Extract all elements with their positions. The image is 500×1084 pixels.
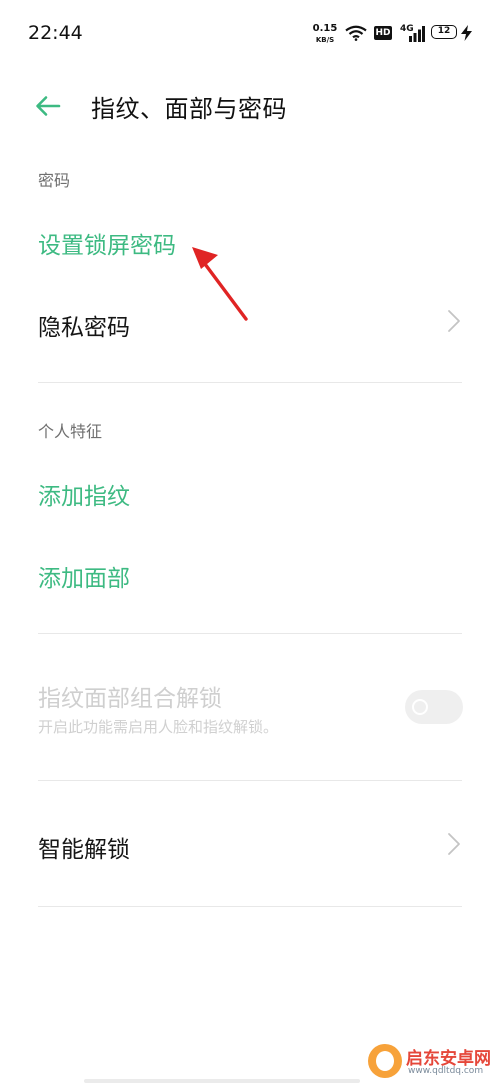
wifi-icon [345,25,367,41]
privacy-password-item[interactable]: 隐私密码 [38,308,130,342]
network-speed-unit: KB/S [315,36,335,44]
network-speed-value: 0.15 [312,23,338,34]
chevron-right-icon [448,833,460,855]
annotation-arrow-icon [192,247,248,321]
set-lock-screen-password-item[interactable]: 设置锁屏密码 [38,226,176,260]
add-fingerprint-item[interactable]: 添加指纹 [38,477,130,511]
section-divider [38,780,462,781]
hd-icon: HD [374,26,392,40]
toggle-knob [412,699,428,715]
smart-unlock-item[interactable]: 智能解锁 [38,830,130,864]
back-arrow-icon[interactable] [31,89,65,123]
section-label-password: 密码 [38,171,71,190]
section-divider [38,382,462,383]
watermark-url: www.qdltdq.com [408,1066,484,1076]
status-bar: 22:44 0.15 KB/S HD 4G 12 [0,0,500,70]
add-face-item[interactable]: 添加面部 [38,559,130,593]
section-label-biometrics: 个人特征 [38,422,103,441]
battery-icon: 12 [431,25,457,39]
page-title: 指纹、面部与密码 [91,95,287,123]
combo-unlock-description: 开启此功能需启用人脸和指纹解锁。 [38,718,279,736]
charging-bolt-icon [461,25,472,41]
combo-unlock-title: 指纹面部组合解锁 [38,686,222,712]
section-divider [38,906,462,907]
network-speed: 0.15 KB/S [311,24,339,45]
home-indicator[interactable] [84,1079,360,1083]
combo-unlock-toggle[interactable] [405,690,463,724]
section-divider [38,633,462,634]
signal-icon [409,26,425,42]
watermark-logo-icon [368,1044,402,1078]
chevron-right-icon [448,310,460,332]
watermark: 启东安卓网 www.qdltdq.com [368,1044,498,1080]
status-time: 22:44 [28,22,83,44]
